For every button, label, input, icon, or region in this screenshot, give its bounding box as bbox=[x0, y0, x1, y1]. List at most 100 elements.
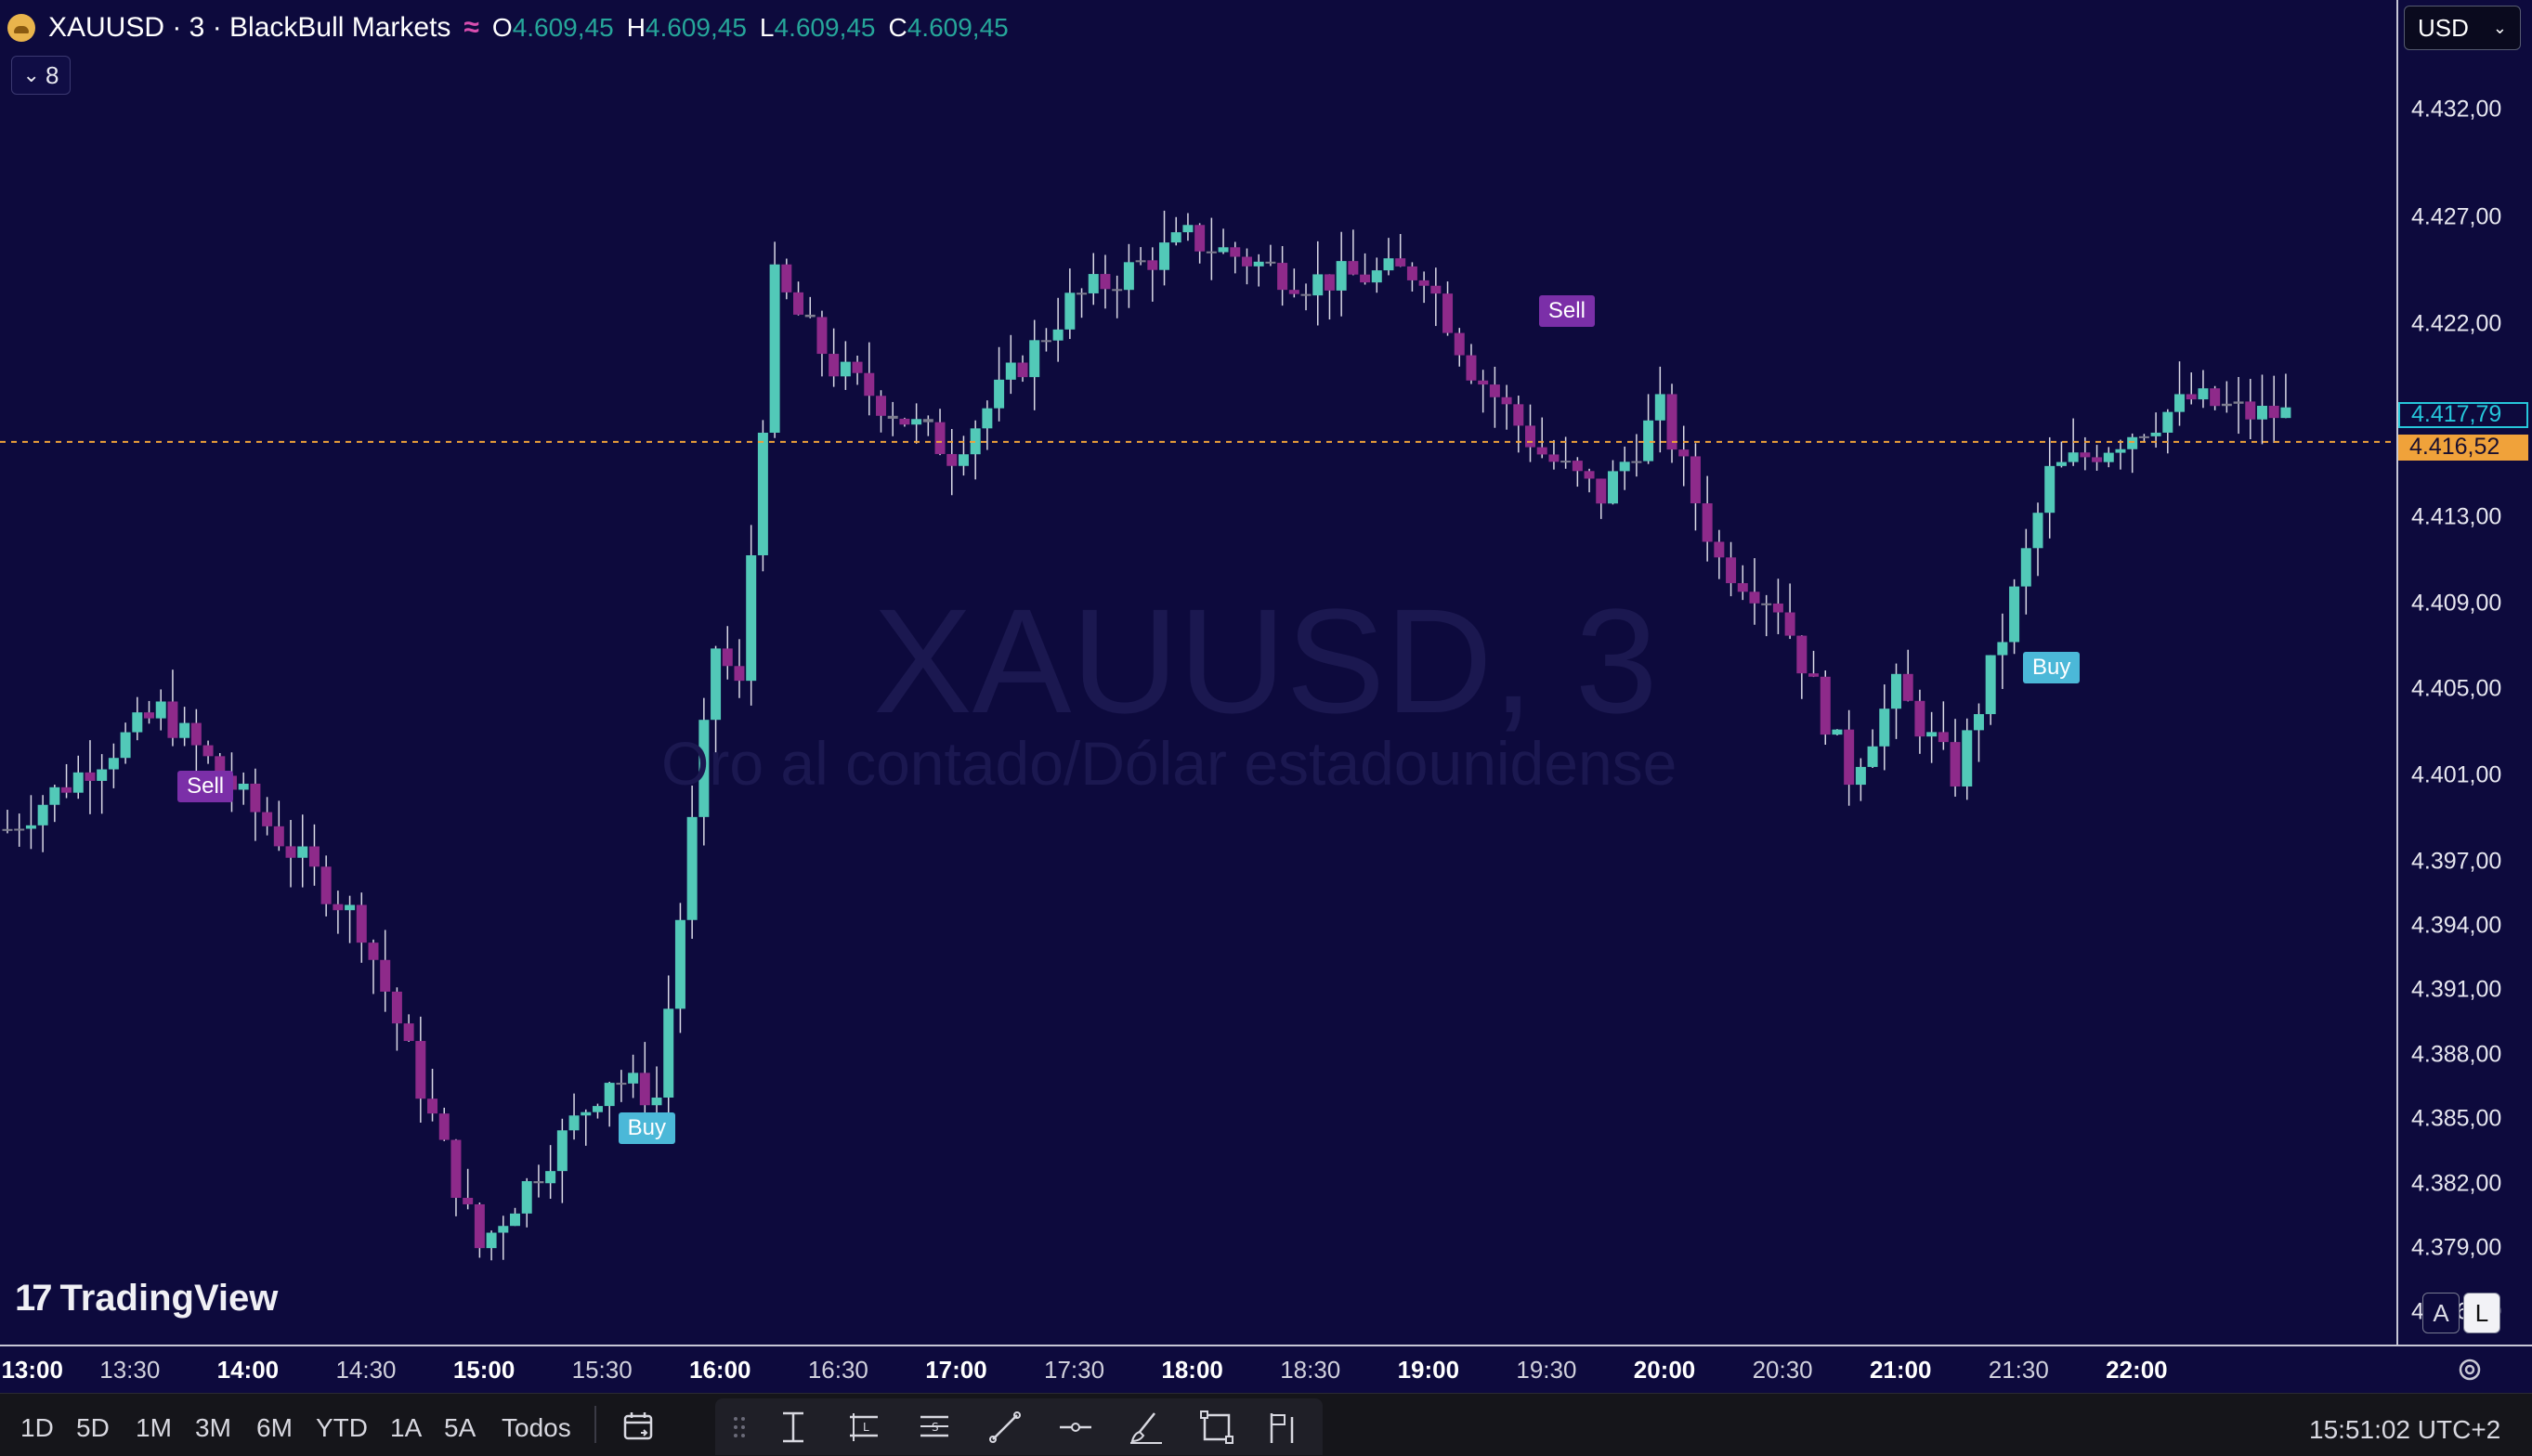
candle-body bbox=[510, 1213, 521, 1227]
candle-body bbox=[2103, 452, 2114, 462]
candle-body bbox=[1749, 592, 1760, 604]
price-axis[interactable] bbox=[2396, 0, 2532, 1345]
candle-body bbox=[1159, 242, 1170, 270]
buy-signal-marker[interactable]: Buy bbox=[2023, 652, 2081, 683]
candle-body bbox=[816, 317, 828, 355]
candle-body bbox=[1643, 420, 1654, 462]
candle-body bbox=[108, 758, 119, 770]
price-label: 4.397,00 bbox=[2411, 848, 2502, 874]
range-button-5d[interactable]: 5D bbox=[76, 1413, 110, 1443]
indicators-toggle-button[interactable]: ⌄ 8 bbox=[11, 56, 71, 95]
candle-body bbox=[486, 1232, 497, 1249]
long-position-tool[interactable] bbox=[771, 1406, 816, 1449]
flag-icon bbox=[1270, 1413, 1294, 1443]
candle-body bbox=[1631, 461, 1642, 463]
sell-signal-marker[interactable]: Sell bbox=[177, 771, 234, 802]
symbol-title[interactable]: XAUUSD · 3 · BlackBull Markets bbox=[48, 12, 450, 44]
range-button-6m[interactable]: 6M bbox=[256, 1413, 293, 1443]
range-button-5a[interactable]: 5A bbox=[444, 1413, 476, 1443]
candle-body bbox=[1560, 461, 1572, 463]
range-button-todos[interactable]: Todos bbox=[502, 1413, 571, 1443]
candle-body bbox=[1855, 766, 1866, 786]
goto-date-button[interactable] bbox=[617, 1406, 661, 1449]
candle-body bbox=[1489, 384, 1500, 397]
candle-body bbox=[1678, 449, 1690, 457]
candle-body bbox=[1336, 261, 1347, 291]
short-label-icon: S bbox=[920, 1415, 948, 1437]
time-label: 16:00 bbox=[689, 1356, 751, 1384]
horizontal-ray-tool[interactable] bbox=[1053, 1406, 1098, 1449]
flag-marker-tool[interactable] bbox=[1261, 1406, 1306, 1449]
candle-body bbox=[934, 422, 946, 454]
candle-body bbox=[1607, 471, 1618, 504]
sell-signal-marker[interactable]: Sell bbox=[1538, 295, 1595, 327]
panel-drag-handle[interactable] bbox=[717, 1406, 762, 1449]
candle-body bbox=[1312, 274, 1324, 296]
candle-body bbox=[1902, 673, 1913, 701]
currency-selector[interactable]: USD ⌄ bbox=[2404, 6, 2521, 50]
candle-body bbox=[333, 904, 344, 911]
chart-settings-button[interactable] bbox=[2447, 1348, 2493, 1391]
candle-body bbox=[674, 919, 685, 1009]
candle-body bbox=[1950, 742, 1961, 786]
candle-body bbox=[722, 648, 733, 667]
candle-body bbox=[238, 783, 249, 790]
price-label: 4.388,00 bbox=[2411, 1041, 2502, 1068]
candle-body bbox=[1808, 673, 1820, 677]
range-button-1m[interactable]: 1M bbox=[136, 1413, 172, 1443]
trend-line-tool[interactable] bbox=[983, 1406, 1027, 1449]
candle-body bbox=[1772, 603, 1783, 613]
clock-timezone[interactable]: 15:51:02 UTC+2 bbox=[2309, 1415, 2500, 1445]
candle-body bbox=[1997, 642, 2008, 656]
candle-body bbox=[1182, 225, 1194, 233]
candle-body bbox=[61, 786, 72, 793]
candle-body bbox=[2221, 403, 2232, 407]
candle-body bbox=[592, 1106, 603, 1112]
candle-body bbox=[2092, 457, 2103, 462]
candle-body bbox=[1265, 261, 1276, 264]
candle-body bbox=[49, 786, 60, 805]
log-scale-toggle[interactable]: L bbox=[2463, 1293, 2500, 1333]
market-status-icon[interactable]: ≈ bbox=[463, 12, 478, 44]
auto-scale-toggle[interactable]: A bbox=[2422, 1293, 2460, 1333]
candle-body bbox=[132, 712, 143, 733]
candle-body bbox=[1077, 292, 1088, 295]
long-label-icon: L bbox=[850, 1413, 878, 1441]
candle-body bbox=[2198, 388, 2209, 400]
price-label: 4.391,00 bbox=[2411, 976, 2502, 1003]
candle-body bbox=[1395, 258, 1406, 266]
candle-body bbox=[581, 1112, 592, 1116]
tradingview-logo[interactable]: 17 TradingView bbox=[15, 1278, 278, 1320]
time-label: 21:30 bbox=[1988, 1356, 2049, 1384]
candle-body bbox=[1867, 746, 1878, 767]
candle-body bbox=[1737, 583, 1748, 592]
range-button-1a[interactable]: 1A bbox=[390, 1413, 422, 1443]
candle-body bbox=[2044, 465, 2056, 514]
candle-body bbox=[273, 826, 284, 847]
candle-body bbox=[875, 396, 886, 416]
range-button-ytd[interactable]: YTD bbox=[316, 1413, 368, 1443]
drag-handle-icon bbox=[734, 1417, 745, 1437]
trend-line-icon bbox=[989, 1411, 1021, 1443]
range-button-3m[interactable]: 3M bbox=[195, 1413, 231, 1443]
time-label: 22:00 bbox=[2106, 1356, 2168, 1384]
candle-body bbox=[1052, 329, 1064, 341]
candle-body bbox=[686, 816, 698, 920]
candle-body bbox=[793, 292, 804, 315]
buy-signal-marker[interactable]: Buy bbox=[618, 1112, 675, 1144]
candle-body bbox=[2245, 401, 2256, 420]
candle-body bbox=[1230, 247, 1241, 257]
candle-body bbox=[262, 812, 273, 826]
brush-tool[interactable] bbox=[1124, 1406, 1168, 1449]
long-label-tool[interactable]: L bbox=[842, 1406, 886, 1449]
candle-body bbox=[1112, 289, 1123, 292]
rectangle-tool[interactable] bbox=[1194, 1406, 1239, 1449]
short-label-tool[interactable]: S bbox=[912, 1406, 957, 1449]
candle-body bbox=[2138, 436, 2149, 438]
candle-body bbox=[155, 701, 166, 719]
candle-body bbox=[498, 1226, 509, 1233]
candle-body bbox=[144, 712, 155, 719]
ohlc-readout: O4.609,45 H4.609,45 L4.609,45 C4.609,45 bbox=[491, 13, 1009, 42]
range-button-1d[interactable]: 1D bbox=[20, 1413, 54, 1443]
candle-body bbox=[403, 1023, 414, 1042]
